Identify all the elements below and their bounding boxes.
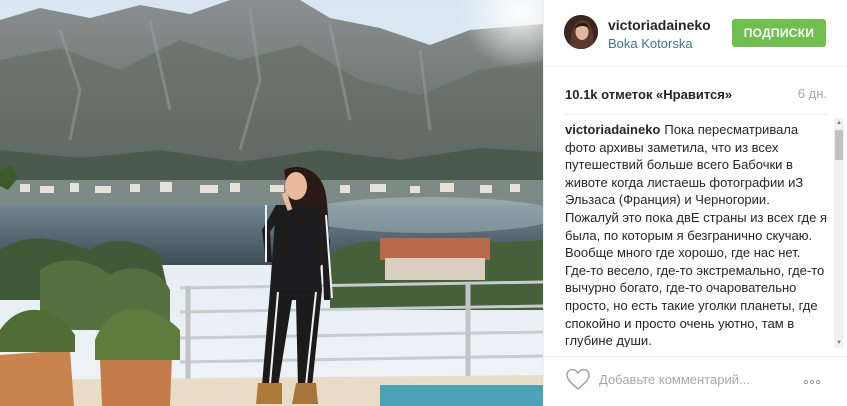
likes-count[interactable]: 10.1k отметок «Нравится» bbox=[565, 87, 732, 102]
scroll-up-arrow-icon[interactable]: ▲ bbox=[834, 118, 844, 128]
avatar-image bbox=[564, 15, 598, 49]
post-header: victoriadaineko Boka Kotorska ПОДПИСКИ bbox=[544, 0, 847, 67]
likes-row: 10.1k отметок «Нравится» 6 дн. bbox=[565, 86, 827, 106]
caption-text: Пока пересматривала фото архивы заметила… bbox=[565, 122, 827, 347]
post-photo[interactable] bbox=[0, 0, 543, 406]
scroll-down-arrow-icon[interactable]: ▼ bbox=[834, 338, 844, 348]
comment-input[interactable] bbox=[599, 367, 789, 391]
caption: victoriadaineko Пока пересматривала фото … bbox=[565, 119, 827, 347]
post-footer bbox=[544, 356, 847, 406]
scrollbar-thumb[interactable] bbox=[835, 130, 843, 160]
post-photo-image bbox=[0, 0, 543, 406]
username-link[interactable]: victoriadaineko bbox=[608, 17, 711, 33]
divider bbox=[565, 114, 827, 115]
follow-button[interactable]: ПОДПИСКИ bbox=[732, 19, 826, 47]
avatar[interactable] bbox=[564, 15, 598, 49]
comments-scrollbar[interactable]: ▲ ▼ bbox=[834, 118, 844, 348]
heart-icon[interactable] bbox=[565, 367, 591, 391]
more-options-icon[interactable] bbox=[804, 371, 830, 385]
comments-area[interactable]: victoriadaineko Пока пересматривала фото … bbox=[565, 119, 827, 347]
post-side-panel: victoriadaineko Boka Kotorska ПОДПИСКИ 1… bbox=[543, 0, 847, 406]
caption-username-link[interactable]: victoriadaineko bbox=[565, 122, 660, 137]
location-link[interactable]: Boka Kotorska bbox=[608, 36, 693, 51]
post-age[interactable]: 6 дн. bbox=[798, 86, 827, 101]
